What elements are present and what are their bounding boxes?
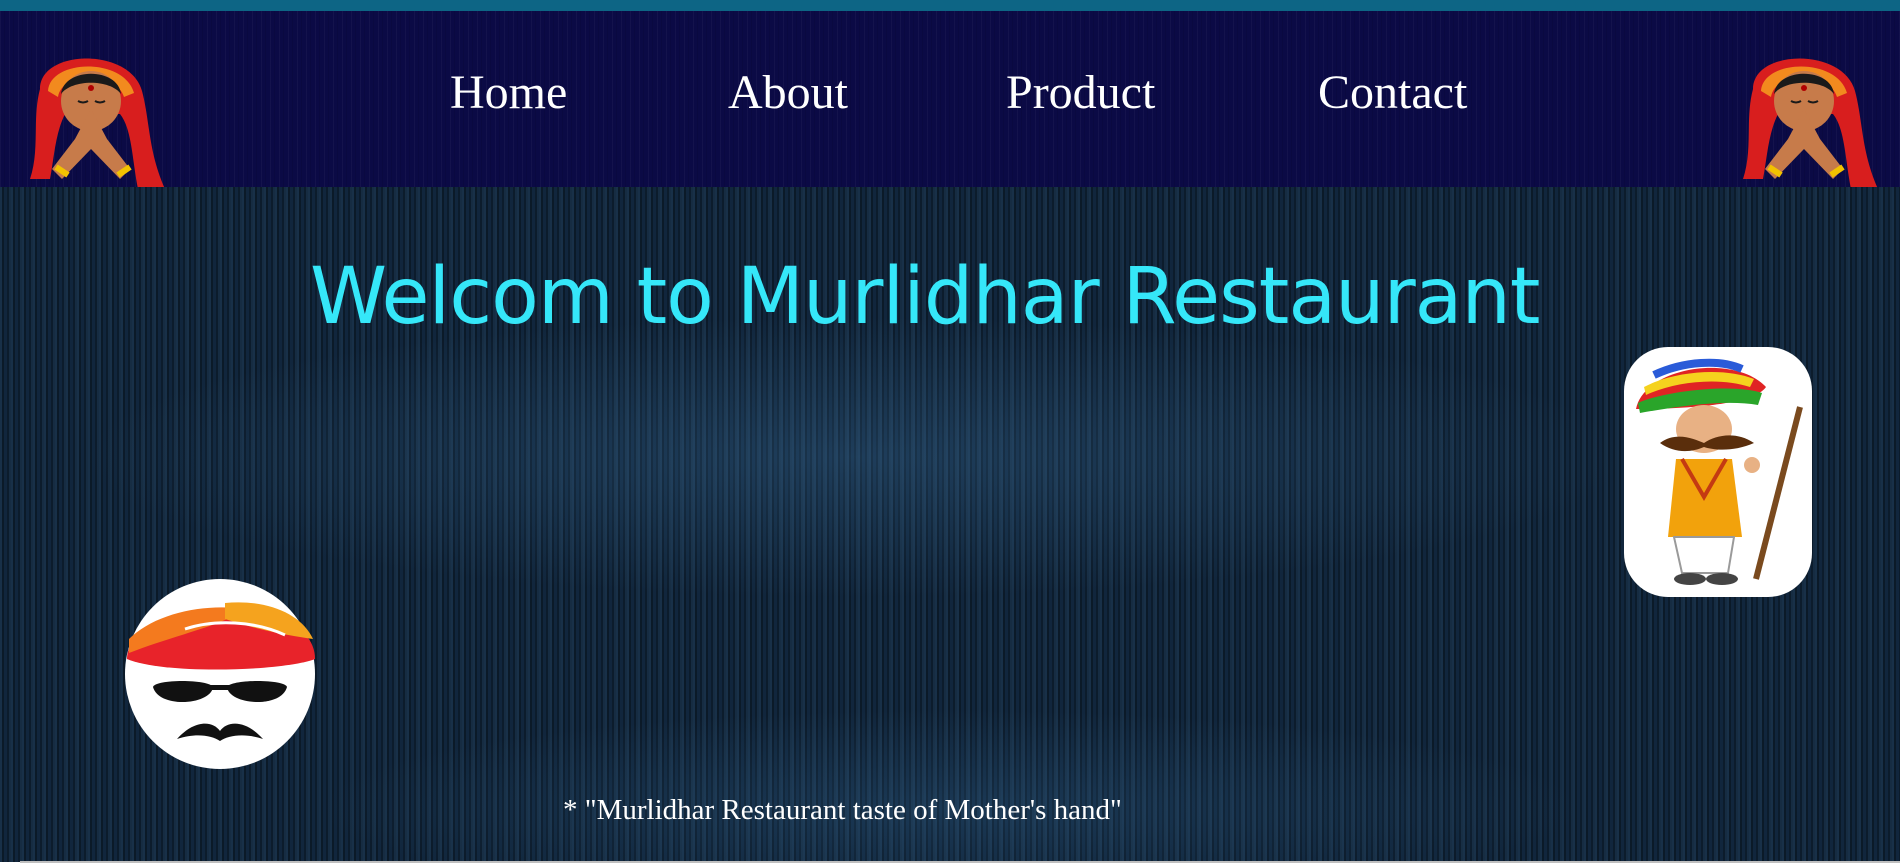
page: Home About Product Contact Welcom to Mur… xyxy=(0,0,1900,865)
tagline: * "Murlidhar Restaurant taste of Mother'… xyxy=(563,794,1122,826)
navbar: Home About Product Contact xyxy=(0,11,1900,189)
nav-link-product[interactable]: Product xyxy=(1006,65,1155,121)
bottom-divider xyxy=(20,861,1900,863)
rajasthani-man-with-stick-icon xyxy=(1624,347,1812,597)
hero-title: Welcom to Murlidhar Restaurant xyxy=(310,252,1540,342)
turban-sunglasses-mustache-icon xyxy=(125,579,315,769)
nav-link-home[interactable]: Home xyxy=(450,65,567,121)
namaste-woman-icon xyxy=(1743,58,1878,189)
nav-link-about[interactable]: About xyxy=(728,65,848,121)
top-accent-strip xyxy=(0,0,1900,11)
nav-menu: Home About Product Contact xyxy=(0,11,1900,187)
hero-section: Welcom to Murlidhar Restaurant * "Murlid… xyxy=(0,187,1900,862)
nav-link-contact[interactable]: Contact xyxy=(1318,65,1467,121)
